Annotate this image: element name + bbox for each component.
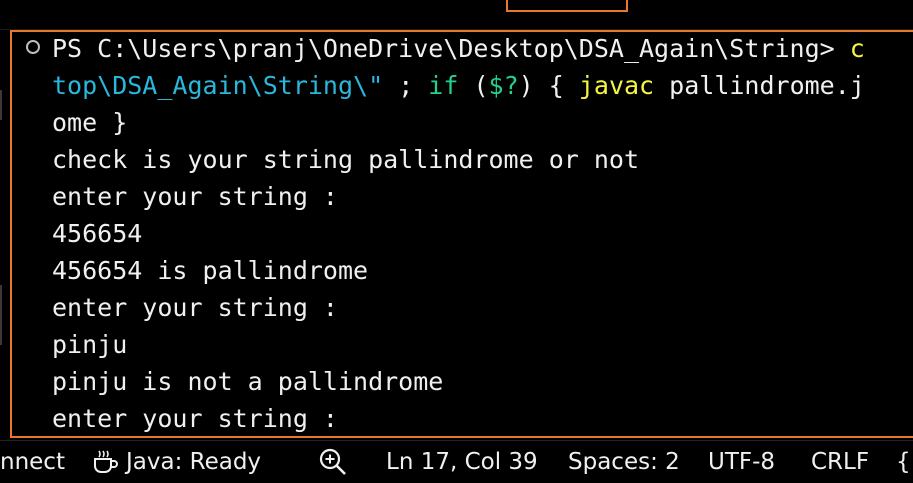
language-mode[interactable]: { — [896, 447, 911, 477]
terminal-line: 456654 — [52, 215, 142, 252]
terminal-line: check is your string pallindrome or not — [52, 141, 639, 178]
terminal-text: ) { — [518, 71, 579, 100]
cursor-position[interactable]: Ln 17, Col 39 — [386, 447, 538, 477]
gutter-mark — [0, 90, 2, 120]
top-panel-strip — [0, 0, 913, 30]
status-bar: nnect Java: Ready Ln 17, Col 39 Spaces: … — [0, 440, 913, 479]
terminal-text: pinju is not a pallindrome — [52, 367, 444, 396]
indentation-setting[interactable]: Spaces: 2 — [568, 447, 680, 477]
terminal-line: ome } — [52, 104, 127, 141]
line-ending[interactable]: CRLF — [811, 447, 869, 477]
terminal-text: pallindrome.j — [654, 71, 865, 100]
terminal-line: enter your string : — [52, 289, 338, 326]
terminal-text: check is your string pallindrome or not — [52, 145, 639, 174]
terminal-text: top\DSA_Again\String\" — [52, 71, 384, 100]
terminal-text: 456654 is pallindrome — [52, 256, 369, 285]
terminal-text: pinju — [52, 330, 128, 359]
terminal-text: ; — [383, 71, 429, 100]
terminal-line: enter your string : — [52, 178, 338, 215]
terminal-text: c — [849, 34, 865, 63]
java-status[interactable]: Java: Ready — [126, 447, 261, 477]
terminal-text: enter your string : — [52, 404, 338, 433]
terminal-line: PS C:\Users\pranj\OneDrive\Desktop\DSA_A… — [52, 32, 865, 67]
terminal-line: enter your string : — [52, 400, 338, 436]
terminal-text: if — [428, 71, 459, 100]
zoom-in-icon[interactable] — [318, 447, 348, 483]
terminal-line: top\DSA_Again\String\" ; if ($?) { javac… — [52, 67, 865, 104]
terminal-text: 456654 — [52, 219, 143, 248]
terminal-line: pinju is not a pallindrome — [52, 363, 443, 400]
terminal-line: pinju — [52, 326, 127, 363]
status-connect[interactable]: nnect — [0, 447, 65, 477]
terminal-text: $? — [488, 71, 519, 100]
coffee-icon — [92, 449, 120, 481]
terminal-line: 456654 is pallindrome — [52, 252, 368, 289]
file-encoding[interactable]: UTF-8 — [708, 447, 775, 477]
terminal-text: PS C:\Users\pranj\OneDrive\Desktop\DSA_A… — [52, 34, 850, 63]
top-panel-tab[interactable] — [506, 0, 628, 12]
terminal-text: enter your string : — [52, 182, 338, 211]
command-status-icon[interactable] — [26, 40, 40, 54]
left-gutter — [0, 30, 10, 440]
terminal-panel[interactable]: PS C:\Users\pranj\OneDrive\Desktop\DSA_A… — [10, 30, 913, 438]
terminal-text: javac — [578, 71, 655, 100]
terminal-text: ome } — [52, 108, 128, 137]
terminal-text: enter your string : — [52, 293, 338, 322]
gutter-mark — [0, 285, 2, 345]
terminal-text: ( — [458, 71, 489, 100]
